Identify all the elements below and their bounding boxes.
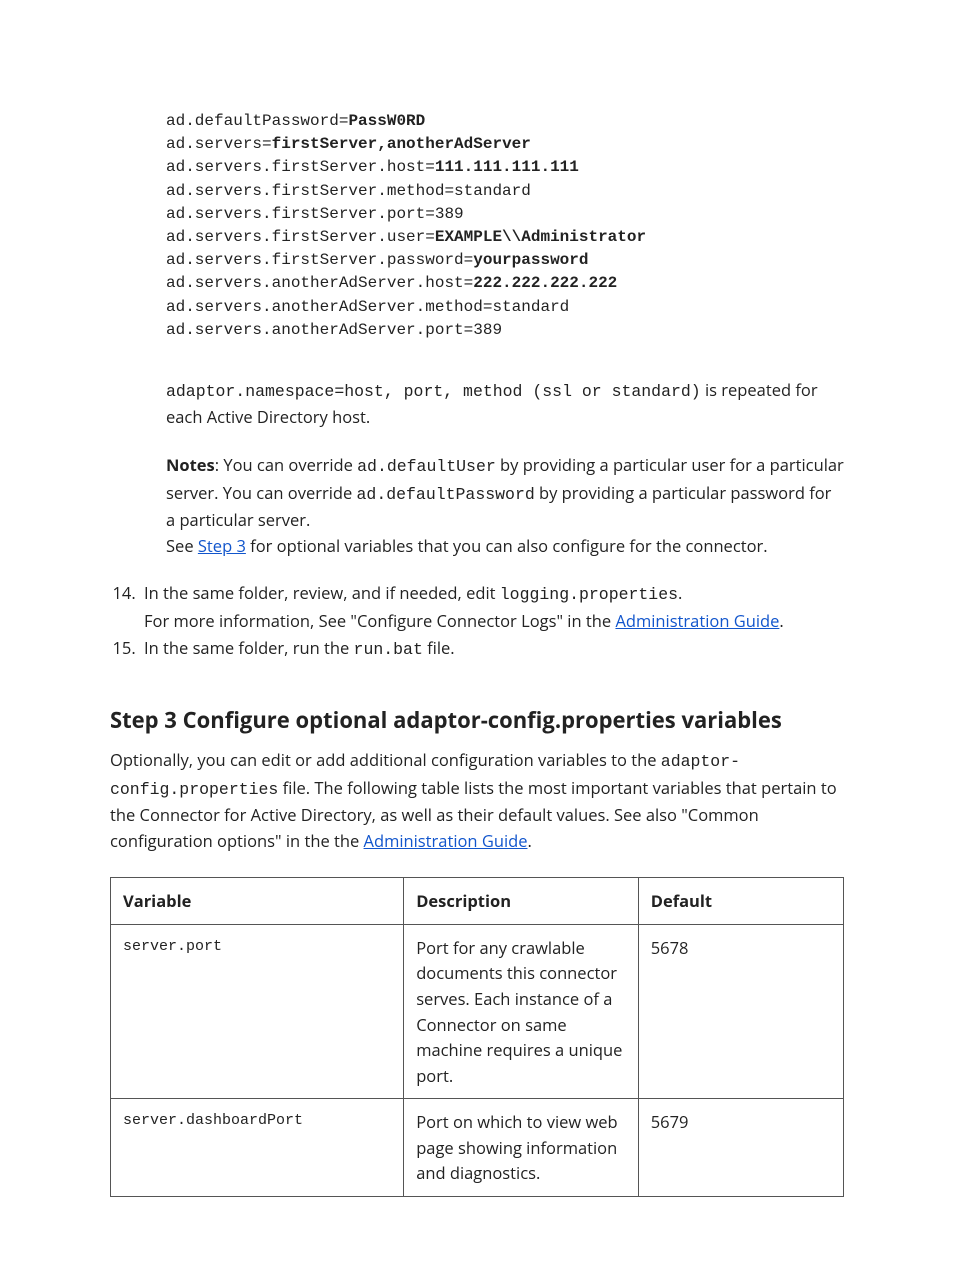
header-default: Default [638,878,843,925]
body-text: . [678,581,682,604]
table-row: server.port Port for any crawlable docum… [111,924,844,1098]
inline-code: logging.properties [500,585,678,604]
numbered-steps: In the same folder, review, and if neede… [140,580,844,663]
body-text: In the same folder, review, and if neede… [144,581,500,604]
code-line: ad.servers.firstServer.host=111.111.111.… [166,158,579,176]
step-15: In the same folder, run the run.bat file… [140,635,844,663]
inline-code: ad.defaultPassword [357,485,535,504]
header-description: Description [404,878,639,925]
code-line: ad.servers.firstServer.method=standard [166,182,531,200]
code-line: ad.servers.firstServer.port=389 [166,205,464,223]
notes-label: Notes [166,453,215,476]
cell-variable: server.port [111,924,404,1098]
step-3-body: Optionally, you can edit or add addition… [110,747,844,853]
body-text: file. [423,636,455,659]
step-14: In the same folder, review, and if neede… [140,580,844,633]
body-text: For more information, See "Configure Con… [144,609,615,632]
step-3-link[interactable]: Step 3 [198,534,246,557]
code-line: ad.servers.firstServer.password=yourpass… [166,251,588,269]
body-text: for optional variables that you can also… [246,534,768,557]
adaptor-namespace-paragraph: adaptor.namespace=host, port, method (ss… [166,377,844,430]
body-text: . [527,829,531,852]
code-line: ad.servers.anotherAdServer.method=standa… [166,298,569,316]
code-line: ad.servers.firstServer.user=EXAMPLE\\Adm… [166,228,646,246]
cell-variable: server.dashboardPort [111,1099,404,1197]
body-text: Optionally, you can edit or add addition… [110,748,661,771]
inline-code: run.bat [354,640,423,659]
notes-paragraph: Notes: You can override ad.defaultUser b… [166,452,844,558]
administration-guide-link[interactable]: Administration Guide [364,829,528,852]
body-text: : You can override [215,453,357,476]
administration-guide-link[interactable]: Administration Guide [615,609,779,632]
table-row: server.dashboardPort Port on which to vi… [111,1099,844,1197]
code-line: ad.servers=firstServer,anotherAdServer [166,135,531,153]
document-page: ad.defaultPassword=PassW0RD ad.servers=f… [0,0,954,1277]
cell-default: 5679 [638,1099,843,1197]
code-line: ad.servers.anotherAdServer.port=389 [166,321,502,339]
cell-description: Port for any crawlable documents this co… [404,924,639,1098]
cell-default: 5678 [638,924,843,1098]
table-header-row: Variable Description Default [111,878,844,925]
body-text: In the same folder, run the [144,636,354,659]
step-3-heading: Step 3 Configure optional adaptor-config… [110,703,844,737]
body-text: . [779,609,783,632]
inline-code: ad.defaultUser [357,457,496,476]
header-variable: Variable [111,878,404,925]
inline-code: adaptor.namespace=host, port, method (ss… [166,382,701,401]
body-text: See [166,534,198,557]
code-line: ad.servers.anotherAdServer.host=222.222.… [166,274,617,292]
code-line: ad.defaultPassword=PassW0RD [166,112,425,130]
config-code-block: ad.defaultPassword=PassW0RD ad.servers=f… [166,110,844,342]
variables-table: Variable Description Default server.port… [110,877,844,1197]
cell-description: Port on which to view web page showing i… [404,1099,639,1197]
